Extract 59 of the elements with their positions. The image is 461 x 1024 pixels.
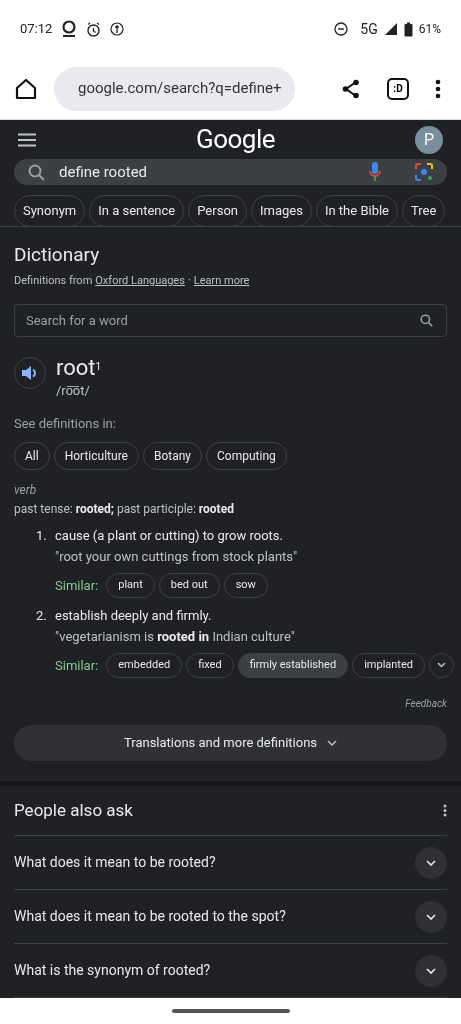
chevron-icon (426, 913, 436, 920)
battery-level: 61% (418, 21, 441, 38)
google-logo[interactable]: Google (195, 120, 276, 159)
learn-more-link[interactable]: Learn more (193, 273, 250, 290)
expand-button[interactable] (415, 900, 447, 933)
sense-number: 2. (36, 606, 48, 625)
search-icon (28, 163, 45, 181)
search-query: define rooted (59, 161, 149, 183)
sense-number: 1. (36, 526, 48, 545)
signal-icon (383, 22, 398, 36)
speaker-icon (22, 365, 38, 380)
circle-icon (110, 22, 125, 36)
network-type: 5G (360, 19, 378, 39)
chevron-icon (426, 859, 436, 866)
search-field[interactable]: define rooted (14, 159, 447, 185)
pin-icon (61, 20, 78, 38)
word-search-field[interactable]: Search for a word (14, 303, 447, 337)
label: See definitions in: (14, 415, 117, 434)
definition-text: cause (a plant or cutting) to grow roots. (55, 526, 284, 545)
share-icon[interactable] (341, 78, 361, 99)
gesture-handle[interactable] (171, 1009, 290, 1013)
source-label: Definitions from (14, 273, 93, 290)
address-bar[interactable]: google.com/search?q=define+ (54, 66, 295, 111)
question-row[interactable]: What does it mean to be rooted? (14, 836, 447, 890)
more-definitions-button[interactable]: Translations and more definitions (14, 724, 447, 761)
microphone-icon[interactable] (369, 162, 381, 182)
similar-word-chip[interactable]: firmly established (237, 652, 349, 678)
camera-search-icon[interactable] (415, 163, 433, 181)
expand-button[interactable] (415, 954, 447, 987)
more-options-icon[interactable] (435, 78, 441, 99)
search-icon[interactable] (420, 313, 433, 327)
alarm-icon (86, 21, 102, 37)
separator-dot: · (187, 273, 191, 290)
url-text: google.com/search?q=define+ (78, 78, 282, 100)
tab-switcher[interactable]: :D (387, 77, 409, 100)
battery-icon (403, 21, 413, 37)
expand-button[interactable] (415, 846, 447, 879)
similar-label: Similar: (55, 656, 99, 675)
question-row[interactable]: What does it mean to be rooted to the spot? (14, 890, 447, 944)
source-link[interactable]: Oxford Languages (95, 273, 185, 290)
menu-icon[interactable] (18, 132, 36, 147)
do-not-disturb-icon (334, 22, 349, 36)
chevron-down-icon (437, 662, 446, 669)
similar-label: Similar: (55, 576, 99, 595)
section-title: People also ask (14, 798, 133, 822)
example-sentence: "vegetarianism is rooted in Indian culture" (55, 628, 296, 647)
chevron-down-icon (327, 739, 338, 746)
headword: root$^{1}$ (56, 354, 102, 381)
feedback-link[interactable]: Feedback (405, 695, 447, 711)
home-icon[interactable] (14, 76, 38, 101)
definition-text: establish deeply and firmly. (55, 606, 213, 625)
more-options-icon[interactable] (443, 804, 447, 817)
status-time: 07:12 (20, 20, 53, 39)
section-title: Dictionary (14, 241, 101, 268)
chevron-icon (426, 967, 436, 974)
example-sentence: "root your own cuttings from stock plants" (55, 548, 298, 567)
part-of-speech: verb (14, 481, 38, 499)
pronunciation: /ro͞ot/ (56, 381, 91, 400)
word-forms: past tense: rooted; past participle: rooted (14, 500, 235, 518)
